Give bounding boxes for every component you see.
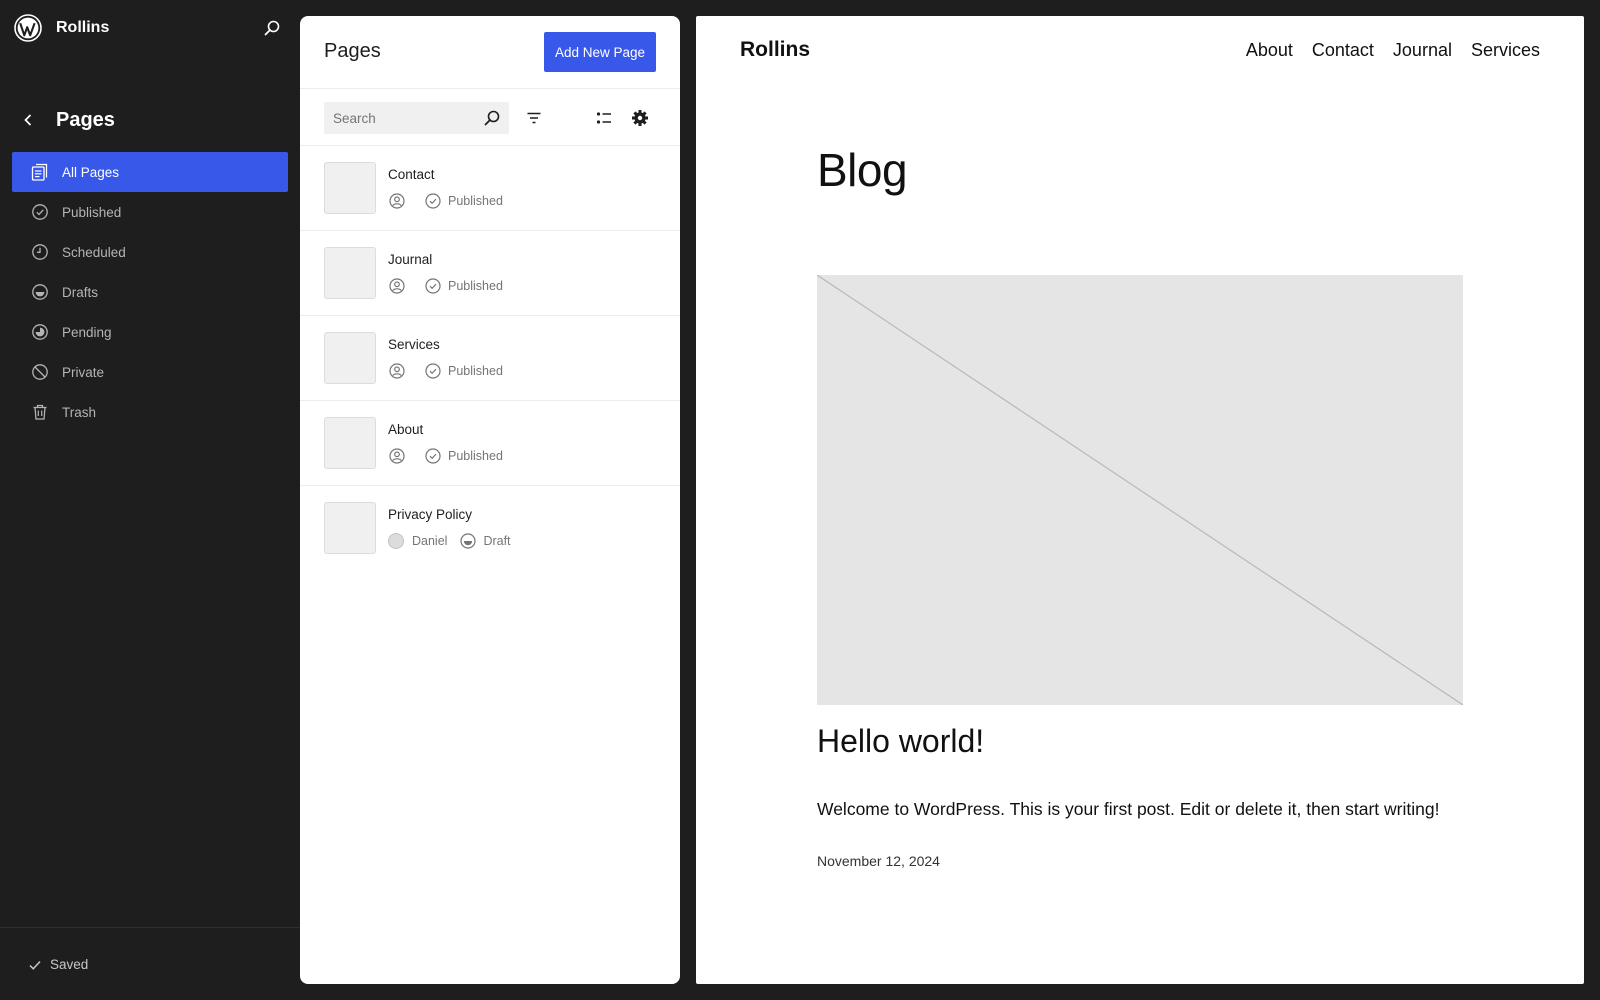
nav-label: Trash xyxy=(62,404,97,420)
placeholder-diagonal xyxy=(817,275,1463,705)
scheduled-icon xyxy=(30,242,50,262)
nav-item-scheduled[interactable]: Scheduled xyxy=(12,232,288,272)
preview-navigation: About Contact Journal Services xyxy=(1227,40,1540,61)
status-label: Draft xyxy=(483,534,511,548)
section-header: Pages xyxy=(18,106,115,134)
filter-button[interactable] xyxy=(518,102,550,134)
status-label: Published xyxy=(448,364,503,378)
page-meta: Published xyxy=(388,362,503,380)
author-icon xyxy=(389,193,405,209)
nav-label: Scheduled xyxy=(62,244,126,260)
nav-label: All Pages xyxy=(62,164,120,180)
nav-item-published[interactable]: Published xyxy=(12,192,288,232)
status-label: Published xyxy=(448,449,503,463)
page-row[interactable]: Services Published xyxy=(300,316,680,401)
preview-nav-about[interactable]: About xyxy=(1246,40,1293,61)
search-icon[interactable] xyxy=(262,18,282,38)
page-thumbnail xyxy=(324,417,376,469)
section-title: Pages xyxy=(56,108,115,131)
filter-icon xyxy=(527,112,541,124)
search-input[interactable] xyxy=(324,102,474,134)
page-thumbnail xyxy=(324,247,376,299)
sidebar: Rollins Pages All Pages Published Schedu… xyxy=(0,0,300,1000)
nav-item-drafts[interactable]: Drafts xyxy=(12,272,288,312)
search-box xyxy=(324,102,509,134)
trash-icon xyxy=(30,402,50,422)
list-toolbar xyxy=(300,89,680,146)
nav-label: Published xyxy=(62,204,122,220)
page-row[interactable]: Contact Published xyxy=(300,146,680,231)
search-icon[interactable] xyxy=(482,108,502,128)
page-title[interactable]: Journal xyxy=(388,252,432,267)
drafts-icon xyxy=(30,282,50,302)
nav-label: Drafts xyxy=(62,284,99,300)
nav-item-all-pages[interactable]: All Pages xyxy=(12,152,288,192)
published-icon xyxy=(425,363,441,379)
site-hub: Rollins xyxy=(14,14,109,42)
page-thumbnail xyxy=(324,502,376,554)
nav-item-private[interactable]: Private xyxy=(12,352,288,392)
page-meta: Published xyxy=(388,277,503,295)
layout-toggle-button[interactable] xyxy=(588,102,620,134)
pages-panel: Pages Add New Page Search Contact Publis… xyxy=(300,16,680,984)
published-icon xyxy=(425,278,441,294)
page-title[interactable]: Privacy Policy xyxy=(388,507,472,522)
avatar xyxy=(388,533,404,549)
author-icon xyxy=(389,363,405,379)
status-label: Published xyxy=(448,194,503,208)
published-icon xyxy=(425,193,441,209)
preview-post-title[interactable]: Hello world! xyxy=(817,723,984,760)
wordpress-logo-icon[interactable] xyxy=(14,14,42,42)
nav-label: Pending xyxy=(62,324,112,340)
author-name: Daniel xyxy=(412,534,448,548)
nav-item-pending[interactable]: Pending xyxy=(12,312,288,352)
page-title[interactable]: About xyxy=(388,422,423,437)
page-title[interactable]: Contact xyxy=(388,167,435,182)
preview-nav-contact[interactable]: Contact xyxy=(1312,40,1374,61)
save-status-label: Saved xyxy=(50,957,89,972)
page-thumbnail xyxy=(324,162,376,214)
panel-header: Pages Add New Page xyxy=(300,16,680,89)
drafts-icon xyxy=(460,533,477,549)
view-options-button[interactable] xyxy=(624,102,656,134)
nav-label: Private xyxy=(62,364,105,380)
author-icon xyxy=(389,278,405,294)
pages-list: Contact Published Journal Published Serv… xyxy=(300,146,680,571)
page-meta: Published xyxy=(388,447,503,465)
published-icon xyxy=(30,202,50,222)
page-row[interactable]: Privacy Policy Daniel Draft xyxy=(300,486,680,571)
page-meta: Daniel Draft xyxy=(388,532,511,550)
add-new-page-button[interactable]: Add New Page xyxy=(544,32,656,72)
back-button[interactable] xyxy=(18,110,38,130)
page-row[interactable]: About Published xyxy=(300,401,680,486)
preview-nav-services[interactable]: Services xyxy=(1471,40,1540,61)
chevron-left-icon xyxy=(24,114,32,126)
published-icon xyxy=(425,448,441,464)
preview-site-title[interactable]: Rollins xyxy=(740,38,810,62)
site-name[interactable]: Rollins xyxy=(56,19,109,37)
gear-icon xyxy=(632,110,648,126)
preview-nav-journal[interactable]: Journal xyxy=(1393,40,1452,61)
page-thumbnail xyxy=(324,332,376,384)
nav-item-trash[interactable]: Trash xyxy=(12,392,288,432)
page-row[interactable]: Journal Published xyxy=(300,231,680,316)
status-label: Published xyxy=(448,279,503,293)
save-status: Saved xyxy=(28,957,88,972)
preview-page-heading: Blog xyxy=(817,144,908,196)
sidebar-footer: Saved xyxy=(0,927,300,1000)
page-meta: Published xyxy=(388,192,503,210)
author-icon xyxy=(389,448,405,464)
list-view-icon xyxy=(596,112,611,124)
pages-icon xyxy=(30,162,50,182)
pages-nav: All Pages Published Scheduled Drafts Pen… xyxy=(12,152,288,432)
panel-title: Pages xyxy=(324,40,381,62)
private-icon xyxy=(30,362,50,382)
page-title[interactable]: Services xyxy=(388,337,440,352)
featured-image-placeholder xyxy=(817,275,1463,705)
pending-icon xyxy=(30,322,50,342)
site-preview[interactable]: Rollins About Contact Journal Services B… xyxy=(696,16,1584,984)
check-icon xyxy=(29,960,41,970)
preview-post-date: November 12, 2024 xyxy=(817,853,940,869)
preview-post-excerpt: Welcome to WordPress. This is your first… xyxy=(817,799,1440,819)
